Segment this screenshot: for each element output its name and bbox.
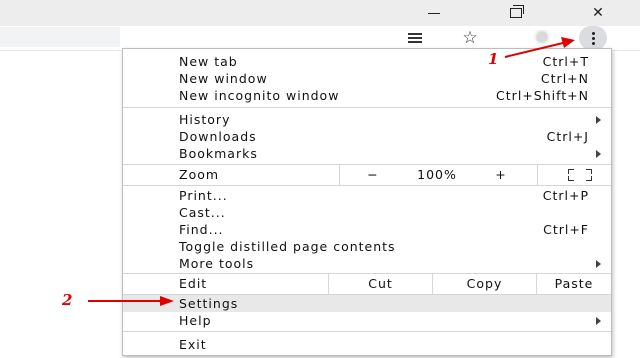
menu-item-downloads[interactable]: Downloads Ctrl+J xyxy=(179,128,601,145)
menu-item-help[interactable]: Help xyxy=(179,312,601,329)
submenu-arrow-icon xyxy=(596,116,601,124)
menu-item-find[interactable]: Find... Ctrl+F xyxy=(179,221,601,238)
zoom-row: Zoom − 100% + xyxy=(123,164,611,186)
edit-label: Edit xyxy=(179,276,208,291)
menu-item-new-tab[interactable]: New tab Ctrl+T xyxy=(179,53,601,70)
edit-row: Edit Cut Copy Paste xyxy=(123,273,611,295)
menu-item-label: Help xyxy=(179,313,212,328)
cut-button[interactable]: Cut xyxy=(329,273,432,295)
minimize-button[interactable] xyxy=(412,0,456,26)
submenu-arrow-icon xyxy=(596,150,601,158)
menu-item-shortcut: Ctrl+J xyxy=(546,129,589,144)
submenu-arrow-icon xyxy=(596,260,601,268)
menu-item-label: Downloads xyxy=(179,129,257,144)
zoom-in-button[interactable]: + xyxy=(468,164,534,186)
title-bar: ✕ xyxy=(0,0,640,26)
address-bar[interactable] xyxy=(0,27,120,47)
step-1-label: 1 xyxy=(488,50,499,68)
fullscreen-icon xyxy=(568,169,592,181)
menu-item-shortcut: Ctrl+T xyxy=(542,54,589,69)
zoom-label: Zoom xyxy=(179,167,220,182)
menu-item-label: Find... xyxy=(179,222,224,237)
menu-item-shortcut: Ctrl+Shift+N xyxy=(496,88,589,103)
menu-item-label: New incognito window xyxy=(179,88,340,103)
more-menu-icon[interactable] xyxy=(579,26,607,50)
copy-button[interactable]: Copy xyxy=(433,273,536,295)
close-button[interactable]: ✕ xyxy=(576,0,620,26)
menu-divider xyxy=(123,185,611,186)
menu-item-label: New window xyxy=(179,71,268,86)
menu-item-label: More tools xyxy=(179,256,255,271)
restore-button[interactable] xyxy=(494,0,538,26)
menu-item-new-window[interactable]: New window Ctrl+N xyxy=(179,70,601,87)
menu-item-toggle-distilled[interactable]: Toggle distilled page contents xyxy=(179,238,601,255)
menu-item-shortcut: Ctrl+P xyxy=(542,188,589,203)
menu-item-shortcut: Ctrl+F xyxy=(543,222,589,237)
zoom-level-value: 100% xyxy=(417,167,457,182)
menu-item-more-tools[interactable]: More tools xyxy=(179,255,601,272)
reader-mode-icon[interactable] xyxy=(405,28,425,48)
step-2-label: 2 xyxy=(62,291,73,309)
chrome-main-menu: New tab Ctrl+T New window Ctrl+N New inc… xyxy=(122,48,612,356)
menu-item-shortcut: Ctrl+N xyxy=(540,71,589,86)
menu-item-label: New tab xyxy=(179,54,238,69)
menu-item-cast[interactable]: Cast... xyxy=(179,204,601,221)
menu-item-label: Toggle distilled page contents xyxy=(179,239,396,254)
minimize-icon xyxy=(428,12,440,14)
bookmark-star-icon[interactable]: ☆ xyxy=(460,28,480,48)
menu-divider xyxy=(123,107,611,108)
restore-icon xyxy=(510,5,524,18)
menu-item-bookmarks[interactable]: Bookmarks xyxy=(179,145,601,162)
menu-item-label: Exit xyxy=(179,337,207,352)
paste-button[interactable]: Paste xyxy=(537,273,611,295)
menu-item-label: Settings xyxy=(179,296,239,311)
close-icon: ✕ xyxy=(592,5,604,21)
menu-divider xyxy=(123,331,611,332)
menu-item-exit[interactable]: Exit xyxy=(179,336,601,353)
menu-item-label: Cast... xyxy=(179,205,226,220)
submenu-arrow-icon xyxy=(596,317,601,325)
menu-item-label: Print... xyxy=(179,188,228,203)
profile-avatar[interactable] xyxy=(528,30,556,44)
menu-item-label: Bookmarks xyxy=(179,146,258,161)
zoom-out-button[interactable]: − xyxy=(340,164,406,186)
menu-item-history[interactable]: History xyxy=(179,111,601,128)
menu-item-print[interactable]: Print... Ctrl+P xyxy=(179,187,601,204)
menu-item-settings[interactable]: Settings xyxy=(123,295,611,312)
menu-item-label: History xyxy=(179,112,231,127)
menu-item-new-incognito-window[interactable]: New incognito window Ctrl+Shift+N xyxy=(179,87,601,104)
fullscreen-button[interactable] xyxy=(538,164,611,186)
